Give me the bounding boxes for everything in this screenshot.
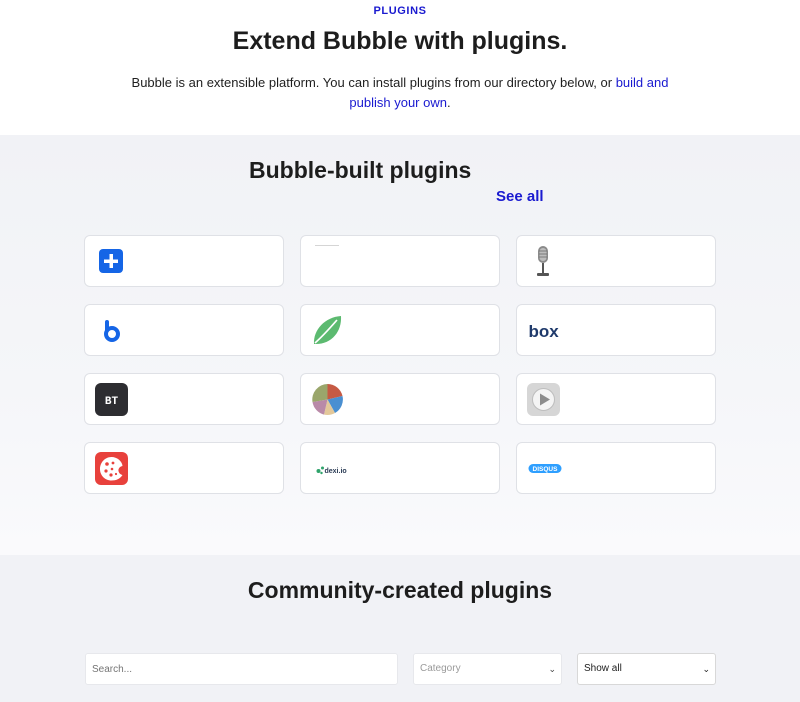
plugin-card[interactable] xyxy=(300,304,500,356)
bt-logo-icon: BT xyxy=(95,383,128,416)
plugin-card[interactable]: DISQUS xyxy=(516,442,716,494)
plugin-card[interactable]: box xyxy=(516,304,716,356)
plus-icon xyxy=(99,249,123,273)
plugin-card[interactable] xyxy=(84,304,284,356)
disqus-logo-icon: DISQUS xyxy=(528,464,562,473)
plugin-card[interactable] xyxy=(84,235,284,287)
chevron-down-icon: ⌄ xyxy=(548,664,556,674)
b-logo-icon xyxy=(104,320,120,342)
community-plugins-section: Community-created plugins Category ⌄ Sho… xyxy=(0,555,800,702)
page-title: Extend Bubble with plugins. xyxy=(232,27,568,55)
pie-chart-icon xyxy=(312,384,343,415)
builtin-title: Bubble-built plugins xyxy=(249,157,472,183)
hero-description-text: Bubble is an extensible platform. You ca… xyxy=(131,75,616,90)
plugin-card[interactable]: BT xyxy=(84,373,284,425)
dexi-logo-icon: dexi.io xyxy=(316,466,347,475)
plugin-card[interactable]: dexi.io xyxy=(300,442,500,494)
cookie-icon xyxy=(95,452,128,485)
plugin-card[interactable] xyxy=(516,235,716,287)
hero-description: Bubble is an extensible platform. You ca… xyxy=(130,73,670,113)
category-select[interactable]: Category ⌄ xyxy=(413,653,562,685)
see-all-link[interactable]: See all xyxy=(496,188,544,205)
show-filter-value: Show all xyxy=(584,663,622,674)
svg-text:DISQUS: DISQUS xyxy=(533,466,559,473)
box-logo-icon: box xyxy=(529,322,560,341)
hero-description-end: . xyxy=(446,95,451,110)
plugin-card[interactable] xyxy=(300,235,500,287)
microphone-icon xyxy=(537,246,549,276)
plugin-card[interactable] xyxy=(300,373,500,425)
hero-section: PLUGINS Extend Bubble with plugins. Bubb… xyxy=(0,0,800,135)
show-filter-select[interactable]: Show all ⌄ xyxy=(577,653,716,685)
chevron-down-icon: ⌄ xyxy=(702,664,710,674)
svg-text:BT: BT xyxy=(105,396,119,408)
builtin-header: Bubble-built plugins See all xyxy=(0,157,800,205)
search-input[interactable] xyxy=(85,653,398,685)
section-eyebrow: PLUGINS xyxy=(373,5,427,17)
category-select-value: Category xyxy=(420,663,461,674)
svg-text:box: box xyxy=(529,322,560,341)
bubble-built-plugins-section: Bubble-built plugins See all box BT dexi… xyxy=(0,135,800,555)
community-title: Community-created plugins xyxy=(247,577,553,603)
play-icon xyxy=(527,383,560,416)
leaf-icon xyxy=(313,316,342,345)
svg-text:dexi.io: dexi.io xyxy=(325,468,347,475)
plugin-card[interactable] xyxy=(84,442,284,494)
blank-logo-icon xyxy=(315,245,339,246)
plugin-card[interactable] xyxy=(516,373,716,425)
